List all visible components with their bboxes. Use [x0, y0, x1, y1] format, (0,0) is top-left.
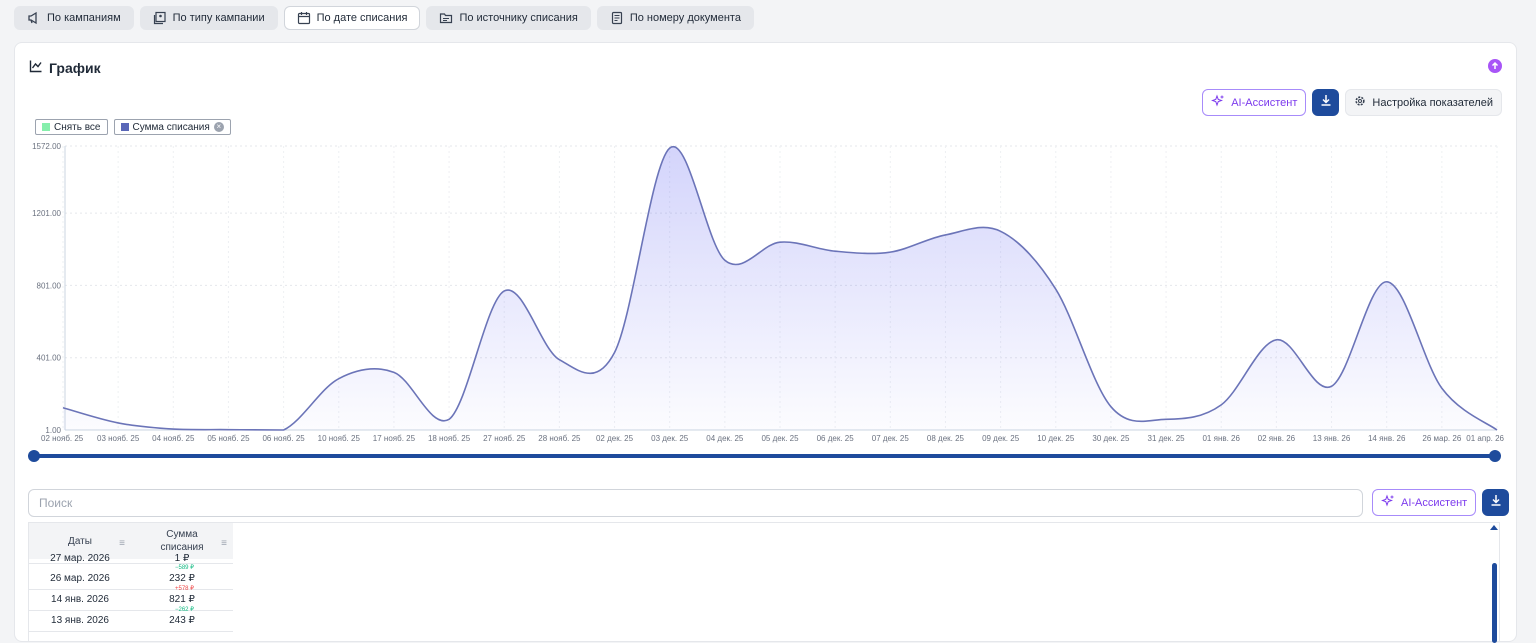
x-tick-label: 27 нояб. 25 — [483, 434, 526, 443]
date-value: 14 янв. 2026 — [51, 594, 109, 605]
x-tick-label: 26 мар. 26 — [1422, 434, 1461, 443]
x-tick-label: 10 нояб. 25 — [318, 434, 361, 443]
date-value: 26 мар. 2026 — [50, 573, 110, 584]
delta-badge: −589 ₽ — [175, 565, 194, 571]
amount-value: 232 ₽ — [169, 573, 195, 584]
x-tick-label: 02 дек. 25 — [596, 434, 634, 443]
x-tick-label: 17 нояб. 25 — [373, 434, 416, 443]
x-tick-label: 14 янв. 26 — [1368, 434, 1406, 443]
table-row[interactable]: 27 мар. 2026 1 ₽ — [29, 553, 233, 564]
date-cell: 27 мар. 2026 — [29, 553, 131, 563]
search-input[interactable] — [28, 489, 1363, 517]
y-tick-label: 401.00 — [37, 354, 62, 363]
x-tick-label: 30 дек. 25 — [1092, 434, 1130, 443]
x-tick-label: 18 нояб. 25 — [428, 434, 471, 443]
table-row[interactable]: 14 янв. 2026 +578 ₽ 821 ₽ — [29, 586, 233, 611]
sparkle-icon — [1381, 494, 1395, 511]
delta-badge: +578 ₽ — [175, 586, 194, 592]
column-header-label: Даты — [68, 535, 92, 547]
x-tick-label: 07 дек. 25 — [872, 434, 910, 443]
x-tick-label: 31 дек. 25 — [1148, 434, 1186, 443]
data-table: Даты ≡ Сумма списания ≡ 27 мар. 2026 1 ₽2… — [28, 522, 1500, 643]
x-tick-label: 06 дек. 25 — [817, 434, 855, 443]
y-tick-label: 1201.00 — [32, 209, 61, 218]
table-row[interactable]: 26 мар. 2026 −589 ₽ 232 ₽ — [29, 565, 233, 590]
column-menu-icon[interactable]: ≡ — [119, 537, 125, 550]
date-cell: 13 янв. 2026 — [29, 610, 131, 631]
amount-cell: 1 ₽ — [131, 553, 233, 563]
x-tick-label: 02 нояб. 25 — [41, 434, 84, 443]
column-header-label: Сумма списания — [160, 529, 204, 553]
range-slider-end-handle[interactable] — [1489, 450, 1501, 462]
amount-value: 243 ₽ — [169, 615, 195, 626]
x-tick-label: 03 нояб. 25 — [97, 434, 140, 443]
amount-value: 821 ₽ — [169, 594, 195, 605]
column-menu-icon[interactable]: ≡ — [221, 537, 227, 550]
x-tick-label: 03 дек. 25 — [651, 434, 689, 443]
date-value: 27 мар. 2026 — [50, 553, 110, 564]
ai-assistant-label: AI-Ассистент — [1401, 496, 1468, 509]
download-icon — [1489, 493, 1503, 512]
x-tick-label: 04 дек. 25 — [706, 434, 744, 443]
x-tick-label: 08 дек. 25 — [927, 434, 965, 443]
area-chart: 1572.001201.00801.00401.001.0002 нояб. 2… — [28, 142, 1505, 462]
x-tick-label: 04 нояб. 25 — [152, 434, 195, 443]
amount-value: 1 ₽ — [174, 553, 190, 564]
date-cell: 26 мар. 2026 — [29, 568, 131, 589]
x-tick-label: 13 янв. 26 — [1313, 434, 1351, 443]
table-row[interactable]: 13 янв. 2026 −262 ₽ 243 ₽ — [29, 607, 233, 632]
scroll-up-icon[interactable] — [1490, 525, 1498, 530]
x-tick-label: 28 нояб. 25 — [538, 434, 581, 443]
x-tick-label: 01 янв. 26 — [1202, 434, 1240, 443]
x-tick-label: 02 янв. 26 — [1258, 434, 1296, 443]
vertical-scrollbar[interactable] — [1492, 563, 1497, 643]
y-tick-label: 801.00 — [37, 281, 62, 290]
y-tick-label: 1572.00 — [32, 142, 61, 151]
date-value: 13 янв. 2026 — [51, 615, 109, 626]
date-cell: 14 янв. 2026 — [29, 589, 131, 610]
x-tick-label: 10 дек. 25 — [1037, 434, 1075, 443]
table-toolbar: AI-Ассистент — [1372, 489, 1510, 516]
delta-badge: −262 ₽ — [175, 607, 194, 613]
x-tick-label: 06 нояб. 25 — [262, 434, 305, 443]
x-tick-label: 05 дек. 25 — [761, 434, 799, 443]
amount-cell: −262 ₽ 243 ₽ — [131, 607, 233, 631]
series-area — [63, 146, 1497, 430]
range-slider-start-handle[interactable] — [28, 450, 40, 462]
x-tick-label: 01 апр. 26 — [1466, 434, 1504, 443]
x-tick-label: 05 нояб. 25 — [207, 434, 250, 443]
x-tick-label: 09 дек. 25 — [982, 434, 1020, 443]
table-ai-assistant-button[interactable]: AI-Ассистент — [1372, 489, 1477, 516]
table-download-button[interactable] — [1482, 489, 1510, 516]
